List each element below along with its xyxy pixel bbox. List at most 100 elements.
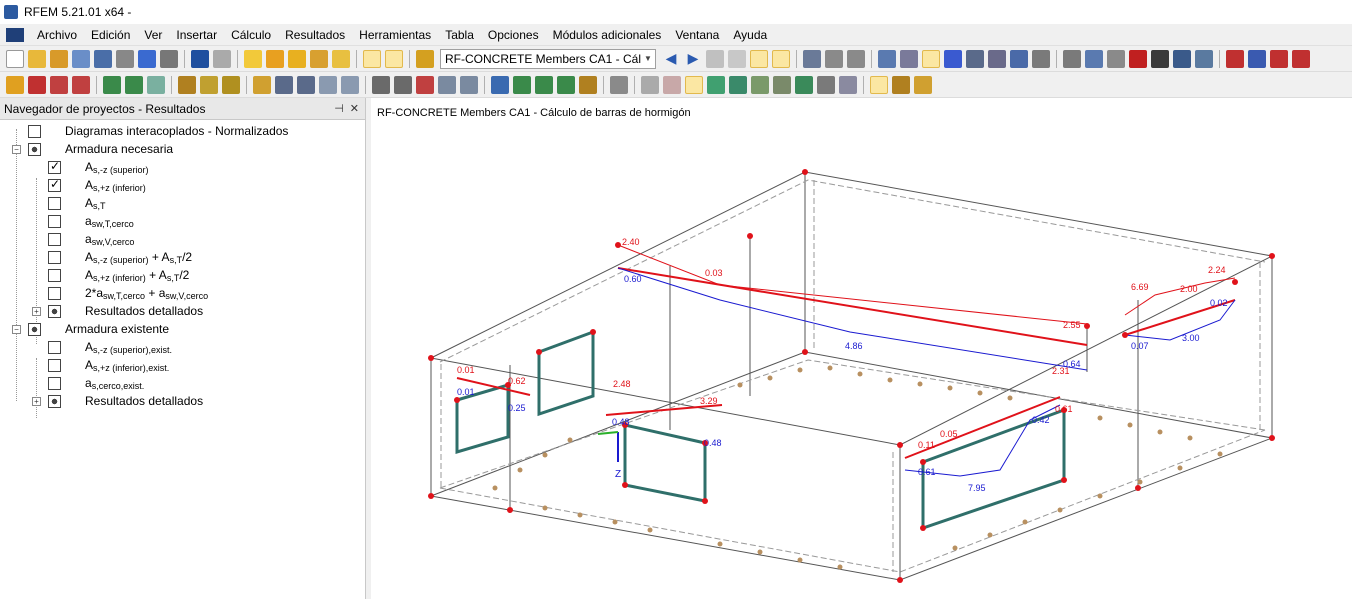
tree-item-armadura-existente[interactable]: − Armadura existente bbox=[0, 320, 365, 338]
visibility-icon[interactable] bbox=[319, 75, 337, 94]
lighting-icon[interactable] bbox=[795, 75, 813, 94]
tree-item-as-cerco-exist[interactable]: as,cerco,exist. bbox=[0, 374, 365, 392]
undo-icon[interactable] bbox=[191, 49, 209, 68]
color-scale-icon[interactable] bbox=[892, 75, 910, 94]
system-menu-icon[interactable] bbox=[6, 27, 24, 42]
move-copy-icon[interactable] bbox=[1063, 49, 1081, 68]
tree-item-as-plus-z[interactable]: As,+z (inferior) bbox=[0, 176, 365, 194]
open-database-icon[interactable] bbox=[72, 49, 90, 68]
graphics-viewport[interactable]: RF-CONCRETE Members CA1 - Cálculo de bar… bbox=[371, 98, 1352, 599]
checkbox[interactable] bbox=[48, 196, 61, 210]
tree-item-as-plus-z-plus-ast[interactable]: As,+z (inferior) + As,T/2 bbox=[0, 266, 365, 284]
axis-z-icon[interactable] bbox=[535, 75, 553, 94]
tree-item-diagramas[interactable]: Diagramas interacoplados - Normalizados bbox=[0, 122, 365, 140]
print-report-icon[interactable] bbox=[138, 49, 156, 68]
new-file-icon[interactable] bbox=[6, 49, 24, 68]
result-values-icon[interactable] bbox=[750, 49, 768, 68]
divide-icon[interactable] bbox=[1151, 49, 1169, 68]
collapse-icon[interactable]: − bbox=[12, 144, 21, 154]
checkbox[interactable] bbox=[28, 142, 41, 156]
checkbox[interactable] bbox=[48, 214, 61, 228]
grid-icon[interactable] bbox=[878, 49, 896, 68]
menu-archivo[interactable]: Archivo bbox=[30, 28, 84, 42]
comment-icon[interactable] bbox=[1010, 49, 1028, 68]
chevron-down-icon[interactable]: ▼ bbox=[641, 50, 655, 68]
view-side-icon[interactable] bbox=[1248, 49, 1266, 68]
table-icon[interactable] bbox=[363, 49, 381, 68]
snap-grid-icon[interactable] bbox=[900, 49, 918, 68]
close-icon[interactable]: ✕ bbox=[350, 102, 359, 115]
open-project-icon[interactable] bbox=[50, 49, 68, 68]
new-solid-icon[interactable] bbox=[147, 75, 165, 94]
checkbox[interactable] bbox=[48, 376, 61, 390]
select-filter-icon[interactable] bbox=[297, 75, 315, 94]
checkbox[interactable] bbox=[48, 232, 61, 246]
view-top-icon[interactable] bbox=[1270, 49, 1288, 68]
tree-item-asw-t-cerco[interactable]: asw,T,cerco bbox=[0, 212, 365, 230]
menu-modulos-adicionales[interactable]: Módulos adicionales bbox=[546, 28, 669, 42]
find-object-icon[interactable] bbox=[288, 49, 306, 68]
axis-neg-y-icon[interactable] bbox=[557, 75, 575, 94]
tree-item-as-minus-z-exist[interactable]: As,-z (superior),exist. bbox=[0, 338, 365, 356]
next-case-icon[interactable]: ▶ bbox=[684, 50, 702, 68]
tree-item-armadura-necesaria[interactable]: − Armadura necesaria bbox=[0, 140, 365, 158]
open-file-icon[interactable] bbox=[28, 49, 46, 68]
checkbox[interactable] bbox=[48, 268, 61, 282]
save-icon[interactable] bbox=[94, 49, 112, 68]
checkbox[interactable] bbox=[48, 286, 61, 300]
tree-item-as-t[interactable]: As,T bbox=[0, 194, 365, 212]
checkbox[interactable] bbox=[48, 177, 61, 192]
new-support-icon[interactable] bbox=[103, 75, 121, 94]
print-icon[interactable] bbox=[116, 49, 134, 68]
axis-y-icon[interactable] bbox=[513, 75, 531, 94]
tree-item-resultados-detallados-1[interactable]: + Resultados detallados bbox=[0, 302, 365, 320]
connect-icon[interactable] bbox=[1173, 49, 1191, 68]
checkbox[interactable] bbox=[48, 159, 61, 174]
view-front-icon[interactable] bbox=[1226, 49, 1244, 68]
animation-icon[interactable] bbox=[773, 75, 791, 94]
calculate-icon[interactable] bbox=[416, 49, 434, 68]
tree-item-2asw-combined[interactable]: 2*asw,T,cerco + asw,V,cerco bbox=[0, 284, 365, 302]
checkbox[interactable] bbox=[28, 124, 41, 138]
checkbox[interactable] bbox=[48, 250, 61, 264]
checkbox[interactable] bbox=[28, 322, 41, 336]
edit-icon[interactable] bbox=[244, 49, 262, 68]
navigator-icon[interactable] bbox=[385, 49, 403, 68]
clipboard-icon[interactable] bbox=[332, 49, 350, 68]
tree-item-resultados-detallados-2[interactable]: + Resultados detallados bbox=[0, 392, 365, 410]
menu-ayuda[interactable]: Ayuda bbox=[726, 28, 774, 42]
results-on-off-icon[interactable] bbox=[706, 49, 724, 68]
display-icon[interactable] bbox=[579, 75, 597, 94]
view-iso-icon[interactable] bbox=[1292, 49, 1310, 68]
new-surface-icon[interactable] bbox=[72, 75, 90, 94]
tree-item-as-plus-z-exist[interactable]: As,+z (inferior),exist. bbox=[0, 356, 365, 374]
grid-lines-icon[interactable] bbox=[641, 75, 659, 94]
menu-ver[interactable]: Ver bbox=[137, 28, 169, 42]
checkbox[interactable] bbox=[48, 340, 61, 354]
pin-icon[interactable]: ⊣ bbox=[334, 102, 344, 115]
expand-icon[interactable]: + bbox=[32, 396, 41, 406]
section-icon[interactable] bbox=[803, 49, 821, 68]
hide-icon[interactable] bbox=[663, 75, 681, 94]
render-icon[interactable] bbox=[341, 75, 359, 94]
new-line-icon[interactable] bbox=[28, 75, 46, 94]
new-load-icon[interactable] bbox=[178, 75, 196, 94]
expand-icon[interactable]: + bbox=[32, 306, 41, 316]
view-3d-icon[interactable] bbox=[438, 75, 456, 94]
model-drawing[interactable]: Z 2.40 0.03 6.69 2.24 2.00 2.55 2.31 0.0… bbox=[371, 98, 1352, 599]
surface-render-icon[interactable] bbox=[707, 75, 725, 94]
collapse-icon[interactable]: − bbox=[12, 324, 21, 334]
menu-tabla[interactable]: Tabla bbox=[438, 28, 481, 42]
menu-insertar[interactable]: Insertar bbox=[169, 28, 224, 42]
checkbox[interactable] bbox=[48, 394, 61, 408]
result-beams-icon[interactable] bbox=[847, 49, 865, 68]
coordinate-system-icon[interactable] bbox=[944, 49, 962, 68]
menu-resultados[interactable]: Resultados bbox=[278, 28, 352, 42]
snap-object-icon[interactable] bbox=[922, 49, 940, 68]
wireframe-icon[interactable] bbox=[685, 75, 703, 94]
new-hinge-icon[interactable] bbox=[125, 75, 143, 94]
delete-icon[interactable] bbox=[1129, 49, 1147, 68]
menu-edicion[interactable]: Edición bbox=[84, 28, 137, 42]
new-node-icon[interactable] bbox=[6, 75, 24, 94]
tree-item-as-minus-z-plus-ast[interactable]: As,-z (superior) + As,T/2 bbox=[0, 248, 365, 266]
